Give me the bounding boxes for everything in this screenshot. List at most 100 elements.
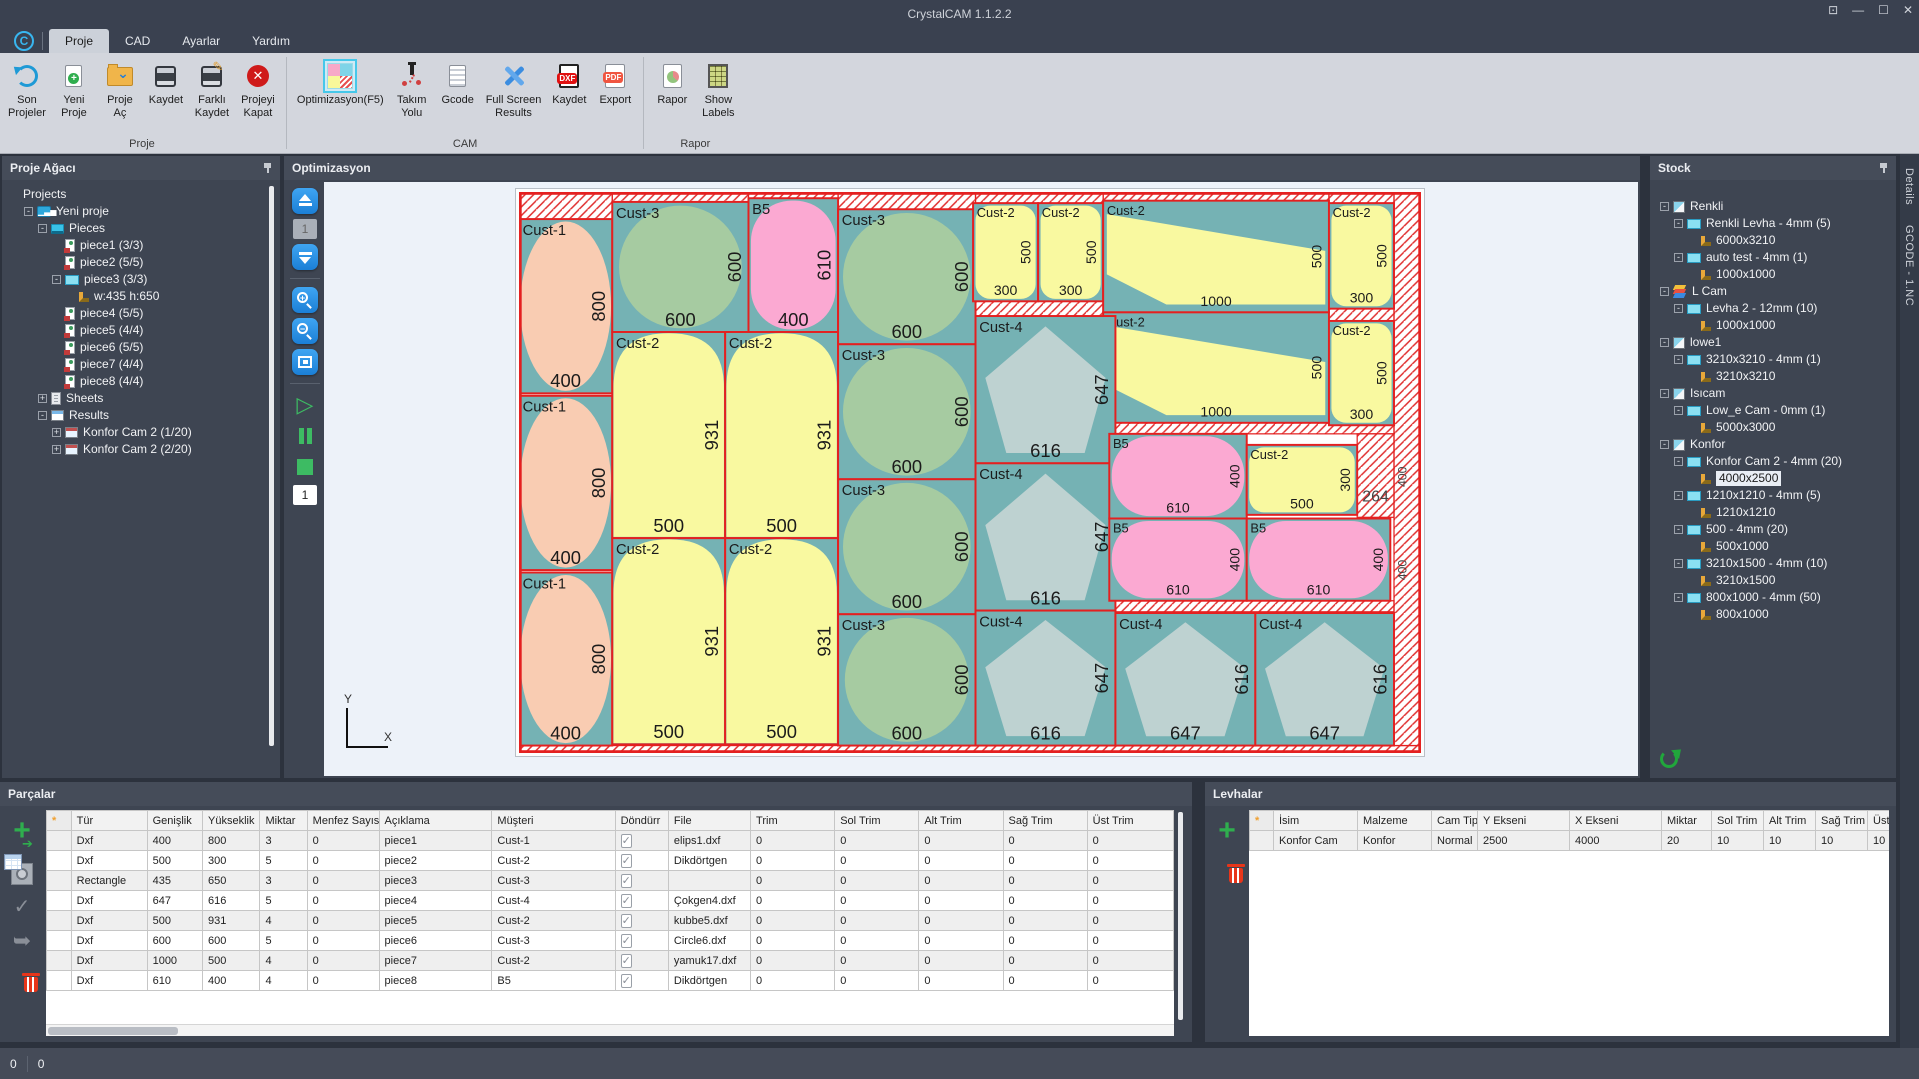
cutting-sheet[interactable]: Cust-1800400Cust-1800400Cust-1800400Cust… bbox=[519, 192, 1421, 753]
column-header[interactable]: Genişlik bbox=[147, 811, 202, 831]
table-cell[interactable]: Dikdörtgen bbox=[668, 971, 750, 991]
tree-item[interactable]: -piece3 (3/3) bbox=[8, 271, 266, 288]
close-button[interactable]: ✕ bbox=[1903, 3, 1913, 17]
table-cell[interactable]: 0 bbox=[919, 891, 1003, 911]
kaydet-button[interactable]: Kaydet bbox=[144, 59, 188, 109]
column-header[interactable]: Y Ekseni bbox=[1478, 811, 1570, 831]
column-header[interactable]: Sol Trim bbox=[1712, 811, 1764, 831]
sheet-cell-cust-3[interactable]: Cust-3600600 bbox=[838, 344, 975, 479]
full-screen-results-button[interactable]: Full ScreenResults bbox=[482, 59, 546, 122]
table-cell[interactable]: 0 bbox=[1087, 931, 1173, 951]
expand-icon[interactable]: + bbox=[38, 394, 47, 403]
table-cell[interactable]: 0 bbox=[1003, 951, 1087, 971]
yeni-proje-button[interactable]: +YeniProje bbox=[52, 59, 96, 122]
table-cell[interactable]: Circle6.dxf bbox=[668, 931, 750, 951]
row-selector[interactable] bbox=[47, 871, 72, 891]
sheet-number-box[interactable]: 1 bbox=[293, 219, 317, 239]
table-cell[interactable]: 0 bbox=[751, 951, 835, 971]
collapse-icon[interactable]: - bbox=[1660, 389, 1669, 398]
column-header[interactable]: Yükseklik bbox=[203, 811, 260, 831]
tree-item[interactable]: +Konfor Cam 2 (2/20) bbox=[8, 441, 266, 458]
collapse-icon[interactable]: - bbox=[1674, 406, 1683, 415]
collapse-icon[interactable]: - bbox=[1660, 202, 1669, 211]
tree-item[interactable]: piece5 (4/4) bbox=[8, 322, 266, 339]
table-cell[interactable]: 0 bbox=[835, 831, 919, 851]
tree-item[interactable]: -1210x1210 - 4mm (5) bbox=[1658, 487, 1888, 504]
sheet-cell-cust-2[interactable]: Cust-2931500 bbox=[612, 538, 725, 744]
tree-item[interactable]: -3210x3210 - 4mm (1) bbox=[1658, 351, 1888, 368]
table-cell[interactable]: 0 bbox=[1003, 891, 1087, 911]
tree-item[interactable]: -Low_e Cam - 0mm (1) bbox=[1658, 402, 1888, 419]
table-row[interactable]: Dxf50030050piece2Cust-2✓Dikdörtgen00000 bbox=[47, 851, 1174, 871]
sheet-cell-cust-2[interactable]: Cust-2300500 bbox=[1247, 445, 1357, 515]
table-cell[interactable]: 0 bbox=[307, 891, 379, 911]
gcode-button[interactable]: Gcode bbox=[436, 59, 480, 109]
column-header[interactable]: Malzeme bbox=[1358, 811, 1432, 831]
project-tree-scrollbar[interactable] bbox=[269, 186, 274, 746]
table-cell[interactable]: 0 bbox=[1003, 871, 1087, 891]
collapse-icon[interactable]: - bbox=[1674, 491, 1683, 500]
table-cell[interactable]: B5 bbox=[492, 971, 615, 991]
rotate-checkbox[interactable]: ✓ bbox=[621, 894, 632, 908]
table-cell[interactable]: 0 bbox=[1087, 951, 1173, 971]
table-cell[interactable]: Cust-1 bbox=[492, 831, 615, 851]
son-projeler-button[interactable]: SonProjeler bbox=[4, 59, 50, 122]
sheet-cell-b5[interactable]: B5400610 bbox=[1109, 519, 1246, 601]
row-selector[interactable] bbox=[47, 891, 72, 911]
table-cell[interactable]: Normal bbox=[1432, 831, 1478, 851]
rotate-checkbox[interactable]: ✓ bbox=[621, 854, 632, 868]
tree-item[interactable]: -Levha 2 - 12mm (10) bbox=[1658, 300, 1888, 317]
rotate-checkbox[interactable]: ✓ bbox=[621, 874, 632, 888]
table-cell[interactable]: 400 bbox=[203, 971, 260, 991]
collapse-icon[interactable]: - bbox=[1674, 253, 1683, 262]
export-pdf-button[interactable]: PDFExport bbox=[593, 59, 637, 109]
rotate-checkbox[interactable]: ✓ bbox=[621, 914, 632, 928]
apply-button[interactable]: ✓ bbox=[14, 894, 31, 919]
table-cell[interactable]: ✓ bbox=[615, 851, 668, 871]
table-cell[interactable]: 0 bbox=[835, 971, 919, 991]
table-cell[interactable]: 0 bbox=[1087, 971, 1173, 991]
column-header[interactable]: Sağ Trim bbox=[1003, 811, 1087, 831]
table-cell[interactable]: 650 bbox=[203, 871, 260, 891]
table-cell[interactable]: Cust-3 bbox=[492, 871, 615, 891]
tree-item[interactable]: piece1 (3/3) bbox=[8, 237, 266, 254]
table-cell[interactable]: 5 bbox=[260, 851, 307, 871]
collapse-icon[interactable]: - bbox=[1660, 287, 1669, 296]
tree-item[interactable]: piece2 (5/5) bbox=[8, 254, 266, 271]
table-cell[interactable]: 0 bbox=[1003, 831, 1087, 851]
table-cell[interactable]: 600 bbox=[203, 931, 260, 951]
table-cell[interactable]: 0 bbox=[307, 911, 379, 931]
collapse-icon[interactable]: - bbox=[1660, 338, 1669, 347]
table-cell[interactable]: 4000 bbox=[1570, 831, 1662, 851]
sheet-cell-b5[interactable]: B5400610 bbox=[1109, 434, 1246, 519]
table-cell[interactable]: 0 bbox=[1087, 871, 1173, 891]
row-selector[interactable] bbox=[1250, 831, 1274, 851]
add-sheet-button[interactable]: + bbox=[1218, 820, 1236, 845]
table-cell[interactable]: piece3 bbox=[379, 871, 492, 891]
sheet-cell-cust-1[interactable]: Cust-1800400 bbox=[519, 219, 612, 393]
table-cell[interactable]: 10 bbox=[1816, 831, 1868, 851]
table-cell[interactable]: ✓ bbox=[615, 931, 668, 951]
table-cell[interactable]: Cust-4 bbox=[492, 891, 615, 911]
table-cell[interactable]: 5 bbox=[260, 891, 307, 911]
table-row[interactable]: Dxf64761650piece4Cust-4✓Çokgen4.dxf00000 bbox=[47, 891, 1174, 911]
row-selector[interactable] bbox=[47, 971, 72, 991]
tree-item[interactable]: -Konfor Cam 2 - 4mm (20) bbox=[1658, 453, 1888, 470]
stop-button[interactable] bbox=[292, 454, 318, 480]
table-cell[interactable]: 500 bbox=[147, 911, 202, 931]
column-header[interactable]: Sağ Trim bbox=[1816, 811, 1868, 831]
zoom-out-button[interactable]: − bbox=[292, 318, 318, 344]
table-cell[interactable]: ✓ bbox=[615, 971, 668, 991]
takim-yolu-button[interactable]: TakımYolu bbox=[390, 59, 434, 122]
table-cell[interactable]: piece7 bbox=[379, 951, 492, 971]
table-cell[interactable]: Konfor bbox=[1358, 831, 1432, 851]
kaydet-dxf-button[interactable]: DXFKaydet bbox=[547, 59, 591, 109]
table-cell[interactable]: Dxf bbox=[71, 831, 147, 851]
tree-item[interactable]: -Results bbox=[8, 407, 266, 424]
table-cell[interactable]: 300 bbox=[203, 851, 260, 871]
tree-item[interactable]: piece7 (4/4) bbox=[8, 356, 266, 373]
row-selector[interactable] bbox=[47, 831, 72, 851]
tree-item[interactable]: -auto test - 4mm (1) bbox=[1658, 249, 1888, 266]
table-cell[interactable]: 647 bbox=[147, 891, 202, 911]
parcalar-hscrollbar[interactable] bbox=[46, 1024, 1174, 1036]
